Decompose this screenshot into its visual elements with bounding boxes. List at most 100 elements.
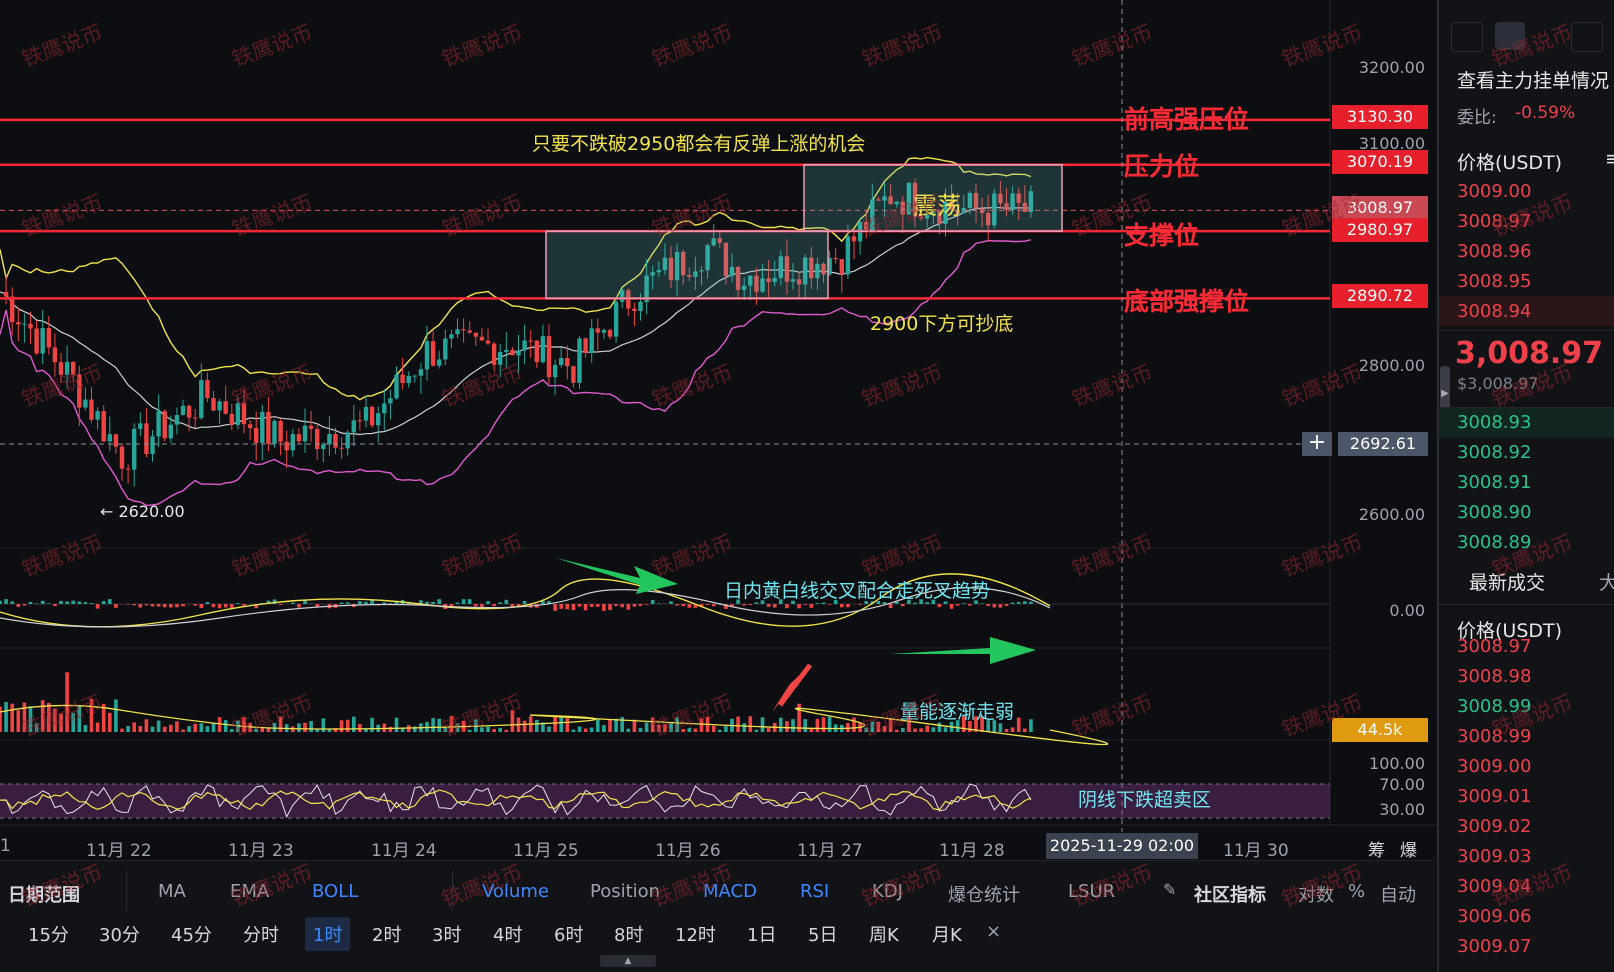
- layout-asks-icon[interactable]: [1495, 22, 1525, 50]
- indicator-liquidation[interactable]: 爆仓统计: [948, 881, 1020, 907]
- volume-bar: [340, 720, 344, 732]
- volume-bar: [120, 729, 124, 732]
- trades-size-tab[interactable]: 大: [1599, 568, 1614, 595]
- date-label: 11月 25: [513, 836, 579, 861]
- indicator-lsur[interactable]: LSUR: [1068, 881, 1115, 902]
- indicator-macd[interactable]: MACD: [703, 881, 757, 902]
- candle-body: [596, 328, 600, 332]
- edit-icon[interactable]: ✎: [1163, 880, 1176, 899]
- percent-scale-toggle[interactable]: %: [1348, 881, 1365, 902]
- ask-price[interactable]: 3008.95: [1457, 271, 1531, 292]
- volume-bar: [572, 730, 576, 732]
- bid-price[interactable]: 3008.92: [1457, 442, 1531, 463]
- candle-body: [278, 421, 282, 442]
- indicator-rsi[interactable]: RSI: [800, 881, 829, 902]
- recent-trades-title[interactable]: 最新成交: [1469, 568, 1545, 595]
- bid-price[interactable]: 3008.93: [1457, 412, 1531, 433]
- candle-body: [114, 434, 118, 446]
- indicator-ma[interactable]: MA: [158, 881, 186, 902]
- timeframe-45m[interactable]: 45分: [171, 921, 212, 947]
- ask-price[interactable]: 3008.97: [1457, 211, 1531, 232]
- timeframe-3h[interactable]: 3时: [432, 921, 461, 947]
- macd-histogram-bar: [627, 604, 631, 610]
- collapse-handle-icon[interactable]: ▲: [600, 955, 656, 967]
- divider: [1439, 604, 1614, 605]
- timeframe-8h[interactable]: 8时: [614, 921, 643, 947]
- candle-body: [425, 341, 429, 369]
- indicator-ema[interactable]: EMA: [230, 881, 269, 902]
- liquidation-button[interactable]: 爆: [1400, 836, 1417, 861]
- chart-panel[interactable]: 3200.00 3100.00 2800.00 2600.00 3130.30 …: [0, 0, 1435, 860]
- macd-histogram-bar: [41, 601, 45, 604]
- candle-body: [169, 425, 173, 439]
- community-indicators-button[interactable]: 社区指标: [1194, 881, 1266, 907]
- macd-histogram-bar: [498, 602, 502, 604]
- volume-bar: [35, 723, 39, 732]
- timeframe-15m[interactable]: 15分: [28, 921, 69, 947]
- volume-bar: [29, 706, 33, 732]
- timeframe-month[interactable]: 月K: [932, 921, 962, 947]
- log-scale-toggle[interactable]: 对数: [1298, 881, 1334, 907]
- indicator-boll[interactable]: BOLL: [312, 881, 358, 902]
- date-label: 11月 23: [228, 836, 294, 861]
- candle-body: [577, 338, 581, 382]
- timeframe-1h[interactable]: 1时: [305, 917, 350, 951]
- candle-body: [16, 322, 20, 324]
- date-range-button[interactable]: 日期范围: [8, 881, 80, 907]
- ask-price[interactable]: 3008.96: [1457, 241, 1531, 262]
- macd-histogram-bar: [608, 604, 612, 610]
- trade-price: 3008.97: [1457, 636, 1531, 657]
- candle-body: [364, 407, 368, 421]
- volume-bar: [53, 709, 57, 732]
- volume-bar: [41, 700, 45, 732]
- timeframe-1d[interactable]: 1日: [747, 921, 776, 947]
- indicator-position[interactable]: Position: [590, 881, 660, 902]
- level-tag-pressure: 3070.19: [1332, 150, 1428, 174]
- timeframe-6h[interactable]: 6时: [554, 921, 583, 947]
- layout-both-icon[interactable]: [1451, 22, 1483, 52]
- candle-body: [242, 403, 246, 424]
- volume-bar: [212, 723, 216, 732]
- timeframe-4h[interactable]: 4时: [493, 921, 522, 947]
- bid-price[interactable]: 3008.89: [1457, 532, 1531, 553]
- timeframe-tick[interactable]: 分时: [243, 921, 279, 947]
- volume-bar: [193, 724, 197, 732]
- bid-price[interactable]: 3008.91: [1457, 472, 1531, 493]
- more-columns-icon[interactable]: ≡: [1605, 148, 1614, 170]
- volume-bar: [242, 717, 246, 732]
- layout-bids-icon[interactable]: [1571, 22, 1603, 52]
- auto-scale-toggle[interactable]: 自动: [1380, 881, 1416, 907]
- candle-body: [156, 411, 160, 436]
- ask-price[interactable]: 3008.94: [1457, 301, 1531, 322]
- macd-histogram-bar: [78, 602, 82, 604]
- macd-histogram-bar: [968, 604, 972, 606]
- volume-bar: [23, 702, 27, 732]
- macd-histogram-bar: [84, 602, 88, 604]
- macd-histogram-bar: [486, 601, 490, 604]
- macd-histogram-bar: [279, 604, 283, 605]
- timeframe-30m[interactable]: 30分: [99, 921, 140, 947]
- macd-histogram-bar: [65, 601, 69, 604]
- volume-bar: [395, 718, 399, 732]
- macd-histogram-bar: [938, 604, 942, 607]
- indicator-volume[interactable]: Volume: [482, 881, 549, 902]
- timeframe-5d[interactable]: 5日: [808, 921, 837, 947]
- zone-label-bottom: 底部强撑位: [1124, 282, 1249, 318]
- chip-distribution-button[interactable]: 筹: [1368, 836, 1385, 861]
- add-alert-plus-icon[interactable]: +: [1302, 432, 1332, 456]
- macd-histogram-bar: [553, 604, 557, 611]
- date-label: 11月 30: [1223, 836, 1289, 861]
- volume-bar: [779, 718, 783, 732]
- close-icon[interactable]: ×: [986, 921, 1001, 942]
- volume-bar: [206, 726, 210, 732]
- indicator-kdj[interactable]: KDJ: [872, 881, 903, 902]
- candle-body: [230, 414, 234, 425]
- bid-price[interactable]: 3008.90: [1457, 502, 1531, 523]
- macd-histogram-bar: [993, 604, 997, 607]
- macd-histogram-bar: [297, 604, 301, 608]
- timeframe-12h[interactable]: 12时: [675, 921, 716, 947]
- timeframe-week[interactable]: 周K: [869, 921, 899, 947]
- macd-histogram-bar: [437, 599, 441, 604]
- timeframe-2h[interactable]: 2时: [372, 921, 401, 947]
- ask-price[interactable]: 3009.00: [1457, 181, 1531, 202]
